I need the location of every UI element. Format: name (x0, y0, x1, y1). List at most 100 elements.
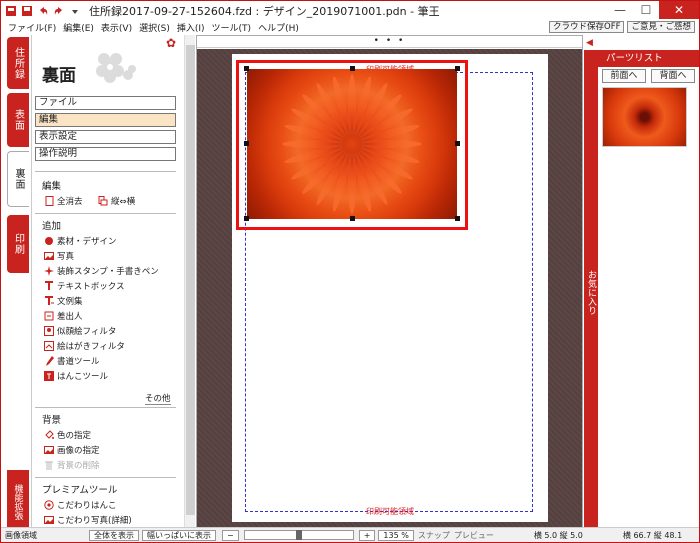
cloud-save-toggle[interactable]: クラウド保存OFF (549, 21, 625, 33)
close-icon[interactable]: ✕ (659, 1, 699, 19)
zoom-in-button[interactable]: + (358, 529, 376, 541)
gear-icon[interactable]: ✿ (166, 36, 176, 50)
show-all-button[interactable]: 全体を表示 (89, 529, 139, 541)
add-photo-button[interactable]: 写真 (44, 250, 74, 262)
tab-back-label: 裏面 (13, 168, 24, 190)
canvas-grip[interactable]: • • • (197, 36, 582, 48)
menu-file[interactable]: ファイル(F) (8, 21, 56, 34)
menu-edit[interactable]: 編集(E) (63, 21, 94, 34)
save-icon[interactable] (20, 4, 33, 17)
orientation-button[interactable]: 縦⇔横 (98, 195, 135, 207)
bg-color-button[interactable]: 色の指定 (44, 429, 91, 441)
window-controls: — ☐ ✕ (607, 1, 699, 20)
zoom-slider-knob[interactable] (295, 530, 302, 540)
resize-handle[interactable] (350, 216, 355, 221)
stamp-pen-icon (44, 266, 54, 276)
divider (35, 171, 176, 172)
parts-list-title: パーツリスト (606, 53, 663, 64)
bg-delete-button[interactable]: 背景の削除 (44, 459, 100, 471)
portrait-filter-button[interactable]: 似顔絵フィルタ (44, 325, 116, 337)
premium-hanko-button[interactable]: こだわりはんこ (44, 499, 117, 511)
portrait-icon (44, 326, 54, 336)
photo-icon (44, 251, 54, 261)
panel-scrollbar[interactable] (184, 35, 195, 531)
panel-title: 裏面 (42, 66, 76, 86)
add-textbox-button[interactable]: テキストボックス (44, 280, 125, 292)
chrysanthemum-photo[interactable] (247, 69, 457, 219)
calligraphy-tool-button[interactable]: 書道ツール (44, 355, 100, 367)
sender-icon (44, 311, 54, 321)
minimize-icon[interactable]: — (607, 1, 633, 19)
resize-handle[interactable] (244, 141, 249, 146)
zoom-level[interactable]: 135 % (378, 529, 414, 541)
resize-handle[interactable] (455, 141, 460, 146)
resize-handle[interactable] (244, 66, 249, 71)
clear-all-button[interactable]: 全消去 (44, 195, 83, 207)
undo-icon[interactable] (36, 4, 49, 17)
divider (35, 407, 176, 408)
tab-front-label: 表面 (12, 109, 24, 131)
resize-handle[interactable] (350, 66, 355, 71)
maximize-icon[interactable]: ☐ (633, 1, 659, 19)
add-material-button[interactable]: 素材・デザイン (44, 235, 117, 247)
favorites-tab[interactable]: お気に入り (584, 50, 598, 531)
selected-photo-frame[interactable] (236, 60, 468, 230)
postcard-filter-button[interactable]: 絵はがきフィルタ (44, 340, 125, 352)
divider (35, 213, 176, 214)
add-photo-label: 写真 (57, 252, 75, 262)
send-back-button[interactable]: 背面へ (651, 69, 695, 83)
mode-help-button[interactable]: 操作説明 (35, 147, 176, 161)
collapse-arrow-icon[interactable]: ◀ (586, 38, 593, 48)
mode-file-button[interactable]: ファイル (35, 96, 176, 110)
snap-toggle[interactable]: スナップ (418, 530, 450, 541)
resize-handle[interactable] (455, 66, 460, 71)
photo-icon (44, 515, 54, 525)
postcard-filter-label: 絵はがきフィルタ (57, 342, 125, 352)
resize-handle[interactable] (455, 216, 460, 221)
part-thumbnail[interactable] (602, 87, 687, 147)
zoom-out-button[interactable]: − (222, 529, 239, 541)
dropdown-icon[interactable] (68, 4, 81, 17)
scrollbar-thumb[interactable] (186, 45, 195, 515)
bring-front-button[interactable]: 前面へ (602, 69, 646, 83)
app-window: 住所録2017-09-27-152604.fzd : デザイン_20190710… (0, 0, 700, 543)
premium-photo-label: こだわり写真(詳細) (57, 516, 132, 526)
mode-edit-button[interactable]: 編集 (35, 113, 176, 127)
redo-icon[interactable] (52, 4, 65, 17)
bg-image-button[interactable]: 画像の指定 (44, 444, 100, 456)
status-area-label: 画像領域 (5, 530, 37, 540)
hanko-tool-button[interactable]: はんこツール (44, 370, 108, 382)
side-panel: 裏面 ✿ ファイル 編集 表示設定 操作説明 編集 全消去 縦⇔横 追加 素材・… (31, 35, 195, 531)
document-background: 印刷可能領域 印刷可能領域 (197, 49, 582, 530)
menu-select[interactable]: 選択(S) (139, 21, 170, 34)
resize-handle[interactable] (244, 216, 249, 221)
tab-print[interactable]: 印刷 (7, 215, 29, 273)
parts-panel: お気に入り ◀ パーツリスト 前面へ 背面へ (584, 35, 699, 531)
postcard-icon (44, 341, 54, 351)
feedback-button[interactable]: ご意見・ご感想 (627, 21, 695, 33)
tab-address-book[interactable]: 住所録 (7, 37, 29, 89)
portrait-filter-label: 似顔絵フィルタ (57, 327, 117, 337)
preview-toggle[interactable]: プレビュー (454, 530, 494, 541)
tab-extensions[interactable]: 機能拡張 (7, 470, 29, 534)
more-link[interactable]: その他 (145, 392, 171, 405)
menu-insert[interactable]: 挿入(I) (177, 21, 205, 34)
tab-front[interactable]: 表面 (7, 93, 29, 147)
add-phrase-button[interactable]: 文例集 (44, 295, 83, 307)
postcard-page[interactable]: 印刷可能領域 印刷可能領域 (232, 54, 548, 522)
add-sender-button[interactable]: 差出人 (44, 310, 83, 322)
menu-tool[interactable]: ツール(T) (212, 21, 252, 34)
add-material-label: 素材・デザイン (57, 237, 117, 247)
premium-photo-button[interactable]: こだわり写真(詳細) (44, 514, 132, 526)
mode-display-button[interactable]: 表示設定 (35, 130, 176, 144)
vertical-tabs: 住所録 表面 裏面 印刷 機能拡張 (1, 35, 31, 534)
tab-back[interactable]: 裏面 (7, 151, 29, 207)
position-readout: 横 66.7 縦 48.1 (622, 530, 683, 540)
menu-help[interactable]: ヘルプ(H) (258, 21, 299, 34)
paint-bucket-icon (44, 430, 54, 440)
fit-width-button[interactable]: 幅いっぱいに表示 (142, 529, 216, 541)
favorites-label: お気に入り (586, 270, 596, 315)
add-stamp-button[interactable]: 装飾スタンプ・手書きペン (44, 265, 159, 277)
menu-view[interactable]: 表示(V) (101, 21, 132, 34)
zoom-slider[interactable] (243, 530, 354, 540)
